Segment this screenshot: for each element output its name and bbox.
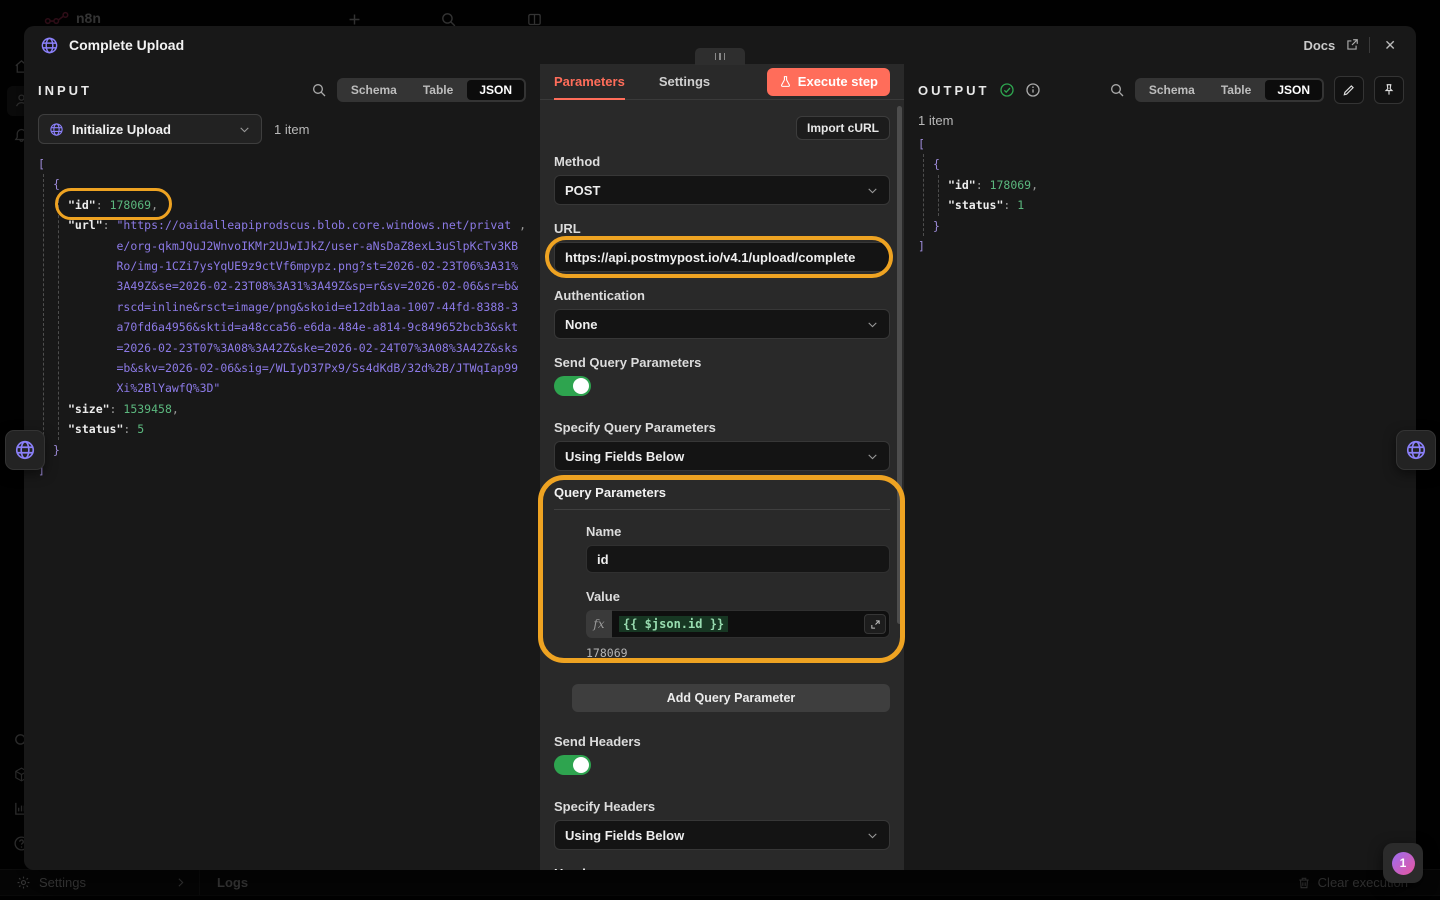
- chevron-down-icon: [866, 829, 879, 842]
- json-bracket: {: [53, 174, 526, 194]
- headers-section-title: Headers: [554, 866, 890, 870]
- assistant-button[interactable]: 1: [1383, 843, 1423, 883]
- output-json-tree[interactable]: [{"id": 178069,"status": 1}]: [918, 134, 1404, 256]
- json-bracket: [: [38, 154, 526, 174]
- specify-headers-value: Using Fields Below: [565, 828, 684, 843]
- globe-node-icon-small: [49, 122, 64, 137]
- output-tab-json[interactable]: JSON: [1265, 80, 1322, 100]
- json-bracket: }: [53, 440, 526, 460]
- app-root: n8n Settings Logs Clear execution: [0, 0, 1440, 900]
- chevron-down-icon: [238, 123, 251, 136]
- send-query-parameters-toggle[interactable]: [554, 376, 591, 396]
- close-button[interactable]: ✕: [1380, 37, 1400, 54]
- specify-query-parameters-select[interactable]: Using Fields Below: [554, 441, 890, 471]
- json-bracket: }: [933, 216, 1404, 236]
- authentication-select[interactable]: None: [554, 309, 890, 339]
- tab-settings[interactable]: Settings: [659, 64, 710, 100]
- chevron-down-icon: [866, 450, 879, 463]
- url-value: https://api.postmypost.io/v4.1/upload/co…: [565, 250, 855, 265]
- send-headers-label: Send Headers: [554, 734, 890, 749]
- output-item-count: 1 item: [918, 113, 1404, 128]
- node-title[interactable]: Complete Upload: [69, 37, 184, 53]
- json-row-id: "id": 178069,: [68, 195, 526, 215]
- chevron-down-icon: [866, 318, 879, 331]
- docs-link[interactable]: Docs: [1303, 38, 1335, 53]
- input-panel-title: INPUT: [38, 83, 92, 98]
- output-display-mode-tabs: Schema Table JSON: [1135, 78, 1324, 102]
- json-bracket: {: [933, 154, 1404, 174]
- pin-data-button[interactable]: [1374, 76, 1404, 104]
- flask-icon: [779, 75, 792, 88]
- json-bracket: ]: [38, 460, 526, 480]
- import-curl-button[interactable]: Import cURL: [796, 116, 890, 140]
- json-row-status: "status": 5: [68, 419, 526, 439]
- fx-badge[interactable]: fx: [586, 610, 612, 638]
- specify-query-parameters-label: Specify Query Parameters: [554, 420, 890, 435]
- query-parameters-section-title: Query Parameters: [554, 485, 890, 510]
- method-label: Method: [554, 154, 890, 169]
- output-panel: OUTPUT Schema Table JSON 1 item [{"id": …: [904, 64, 1416, 870]
- input-display-mode-tabs: Schema Table JSON: [337, 78, 526, 102]
- authentication-label: Authentication: [554, 288, 890, 303]
- output-panel-title: OUTPUT: [918, 83, 989, 98]
- specify-headers-select[interactable]: Using Fields Below: [554, 820, 890, 850]
- specify-query-parameters-value: Using Fields Below: [565, 449, 684, 464]
- parameters-tab-bar: Parameters Settings Execute step: [540, 64, 904, 100]
- output-search-icon[interactable]: [1109, 82, 1125, 98]
- send-query-parameters-label: Send Query Parameters: [554, 355, 890, 370]
- info-icon[interactable]: [1025, 82, 1041, 98]
- json-row-size: "size": 1539458,: [68, 399, 526, 419]
- json-row-status: "status": 1: [948, 195, 1404, 215]
- query-param-name-label: Name: [586, 524, 890, 539]
- query-param-value-row: fx {{ $json.id }}: [586, 610, 890, 638]
- external-link-icon[interactable]: [1345, 38, 1359, 52]
- query-param-name-input[interactable]: id: [586, 545, 890, 573]
- expression-input[interactable]: {{ $json.id }}: [612, 610, 890, 638]
- chevron-down-icon: [866, 184, 879, 197]
- success-check-icon: [999, 82, 1015, 98]
- authentication-value: None: [565, 317, 598, 332]
- url-label: URL: [554, 221, 890, 236]
- expression-result: 178069: [586, 646, 890, 660]
- assistant-badge: 1: [1392, 852, 1415, 875]
- input-search-icon[interactable]: [311, 82, 327, 98]
- input-tab-json[interactable]: JSON: [467, 80, 524, 100]
- edit-output-button[interactable]: [1334, 76, 1364, 104]
- input-panel: INPUT Schema Table JSON Initialize Uploa…: [24, 64, 540, 870]
- tab-parameters[interactable]: Parameters: [554, 64, 625, 100]
- specify-headers-label: Specify Headers: [554, 799, 890, 814]
- globe-node-icon: [40, 36, 59, 55]
- node-detail-modal: Complete Upload Docs ✕ INPUT Schema Tabl…: [24, 26, 1416, 870]
- add-query-parameter-button[interactable]: Add Query Parameter: [572, 684, 890, 712]
- json-row-url: "url": "https://oaidalleapiprodscus.blob…: [68, 215, 526, 399]
- input-tab-table[interactable]: Table: [411, 80, 465, 100]
- execute-step-label: Execute step: [798, 74, 878, 89]
- parameters-panel: Parameters Settings Execute step Import …: [540, 64, 904, 870]
- input-source-select[interactable]: Initialize Upload: [38, 114, 262, 144]
- query-param-value-label: Value: [586, 589, 890, 604]
- method-select[interactable]: POST: [554, 175, 890, 205]
- header-divider: [1369, 37, 1370, 53]
- output-tab-schema[interactable]: Schema: [1137, 80, 1207, 100]
- input-tab-schema[interactable]: Schema: [339, 80, 409, 100]
- input-json-tree[interactable]: [{"id": 178069,"url": "https://oaidallea…: [38, 154, 526, 481]
- input-connector-node-button[interactable]: [5, 430, 45, 470]
- scrollbar-thumb[interactable]: [897, 106, 902, 624]
- execute-step-button[interactable]: Execute step: [767, 68, 890, 96]
- json-row-id: "id": 178069,: [948, 175, 1404, 195]
- output-connector-node-button[interactable]: [1396, 430, 1436, 470]
- panel-drag-handle[interactable]: [695, 48, 745, 65]
- parameters-scroll-area: Import cURL Method POST URL https://api.…: [540, 100, 904, 870]
- output-tab-table[interactable]: Table: [1209, 80, 1263, 100]
- json-bracket: [: [918, 134, 1404, 154]
- expression-text: {{ $json.id }}: [619, 616, 728, 632]
- input-item-count: 1 item: [274, 122, 309, 137]
- send-headers-toggle[interactable]: [554, 755, 591, 775]
- url-input[interactable]: https://api.postmypost.io/v4.1/upload/co…: [554, 242, 890, 272]
- json-bracket: ]: [918, 236, 1404, 256]
- method-value: POST: [565, 183, 600, 198]
- expand-expression-icon[interactable]: [864, 614, 886, 634]
- input-source-value: Initialize Upload: [72, 122, 171, 137]
